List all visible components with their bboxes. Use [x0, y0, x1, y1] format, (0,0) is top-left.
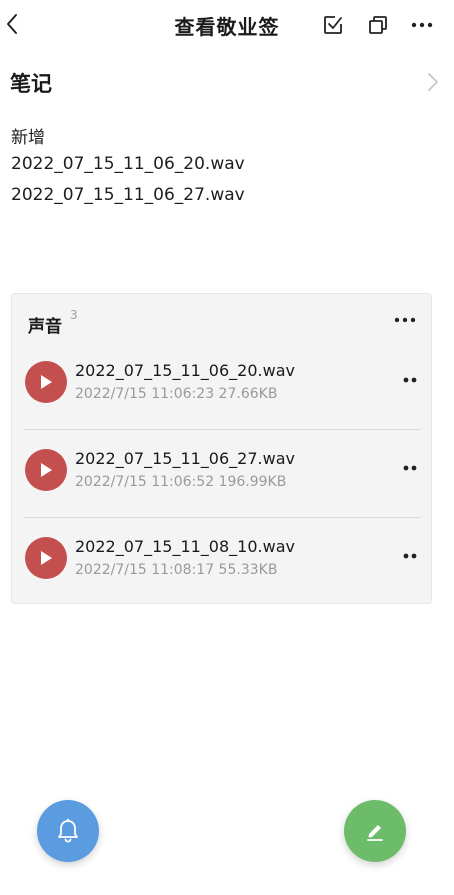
chevron-right-icon[interactable]	[426, 72, 440, 92]
more-button[interactable]	[409, 12, 435, 38]
audio-file-name: 2022_07_15_11_06_27.wav	[75, 449, 295, 468]
more-icon[interactable]	[393, 314, 417, 326]
reminder-button[interactable]	[37, 800, 99, 862]
note-line: 新增	[11, 128, 45, 148]
audio-file-meta: 2022/7/15 11:06:52 196.99KB	[75, 474, 287, 490]
note-line: 2022_07_15_11_06_27.wav	[11, 185, 245, 205]
play-icon	[41, 463, 52, 477]
play-button[interactable]	[25, 537, 67, 579]
audio-file-name: 2022_07_15_11_08_10.wav	[75, 537, 295, 556]
audio-card: 声音 3 2022_07_15_11_06_20.wav 2022/7/15 1…	[11, 293, 432, 604]
audio-file-meta: 2022/7/15 11:06:23 27.66KB	[75, 386, 278, 402]
more-icon	[411, 22, 433, 28]
pencil-icon	[367, 825, 383, 841]
audio-item[interactable]: 2022_07_15_11_06_27.wav 2022/7/15 11:06:…	[23, 429, 421, 518]
copy-button[interactable]	[365, 12, 391, 38]
audio-file-name: 2022_07_15_11_06_20.wav	[75, 361, 295, 380]
audio-item[interactable]: 2022_07_15_11_08_10.wav 2022/7/15 11:08:…	[23, 517, 421, 605]
edit-button[interactable]	[344, 800, 406, 862]
select-button[interactable]	[320, 12, 346, 38]
note-section-title: 笔记	[10, 72, 52, 96]
checkbox-icon	[324, 16, 342, 34]
audio-item[interactable]: 2022_07_15_11_06_20.wav 2022/7/15 11:06:…	[23, 341, 421, 430]
play-icon	[41, 375, 52, 389]
play-button[interactable]	[25, 449, 67, 491]
more-icon[interactable]	[401, 551, 419, 561]
play-icon	[41, 551, 52, 565]
top-bar: 查看敬业签	[0, 0, 454, 48]
audio-section-title: 声音	[28, 317, 62, 337]
bell-icon	[58, 818, 78, 843]
audio-file-meta: 2022/7/15 11:08:17 55.33KB	[75, 562, 278, 578]
copy-icon	[369, 16, 387, 34]
play-button[interactable]	[25, 361, 67, 403]
more-icon[interactable]	[401, 463, 419, 473]
audio-count-badge: 3	[70, 308, 78, 322]
more-icon[interactable]	[401, 375, 419, 385]
note-line: 2022_07_15_11_06_20.wav	[11, 154, 245, 174]
